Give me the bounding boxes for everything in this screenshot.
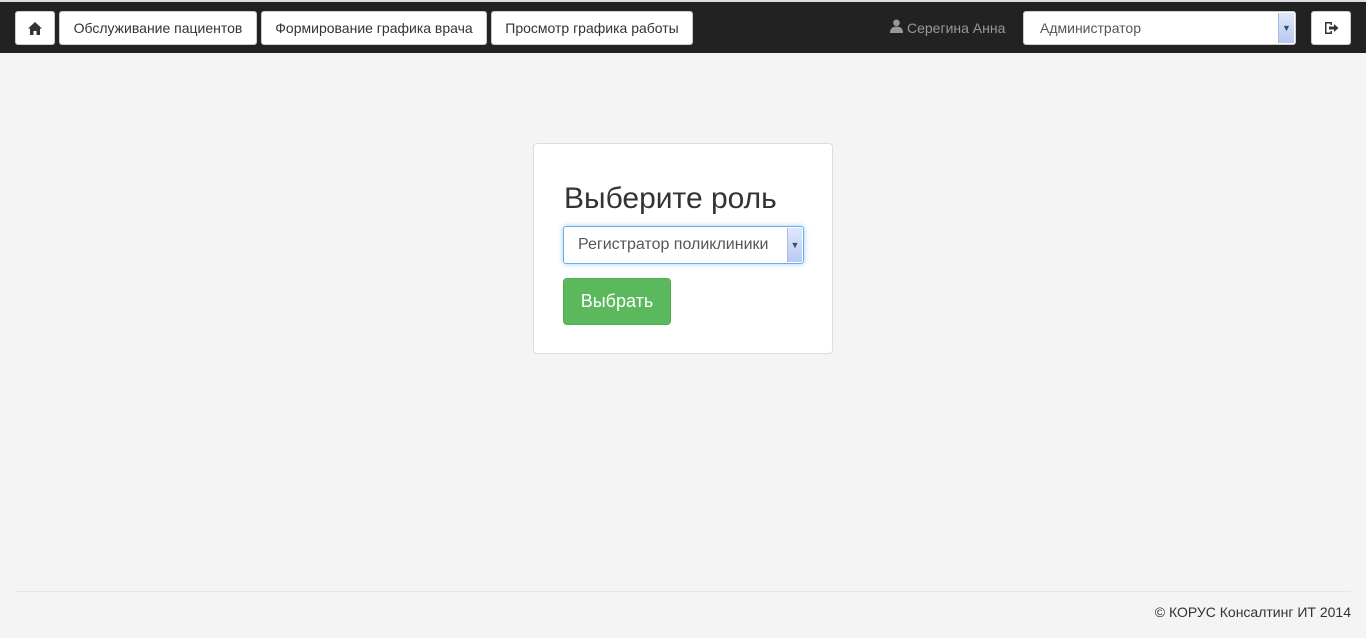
top-navbar: Обслуживание пациентов Формирование граф…	[0, 0, 1366, 53]
user-icon	[890, 19, 903, 36]
home-button[interactable]	[15, 11, 55, 45]
current-role-select[interactable]: Администратор ▼	[1023, 11, 1296, 45]
doctor-schedule-form-button[interactable]: Формирование графика врача	[261, 11, 487, 45]
footer-copyright: © КОРУС Консалтинг ИТ 2014	[1154, 604, 1351, 620]
logout-button[interactable]	[1311, 11, 1351, 45]
role-select-value: Регистратор поликлиники	[578, 236, 769, 253]
choose-role-button[interactable]: Выбрать	[563, 278, 671, 325]
current-role-value: Администратор	[1040, 20, 1142, 36]
chevron-down-icon: ▼	[1278, 13, 1294, 43]
schedule-view-button[interactable]: Просмотр графика работы	[491, 11, 693, 45]
current-user: Серегина Анна	[890, 19, 1005, 36]
logout-icon	[1324, 21, 1339, 35]
patients-service-button[interactable]: Обслуживание пациентов	[59, 11, 257, 45]
role-selection-title: Выберите роль	[564, 182, 777, 215]
footer-divider	[15, 591, 1351, 592]
home-icon	[28, 21, 42, 35]
role-select[interactable]: Регистратор поликлиники ▼	[563, 226, 804, 264]
role-selection-card: Выберите роль Регистратор поликлиники ▼ …	[533, 143, 833, 354]
chevron-down-icon: ▼	[787, 228, 802, 262]
user-name: Серегина Анна	[907, 19, 1006, 36]
